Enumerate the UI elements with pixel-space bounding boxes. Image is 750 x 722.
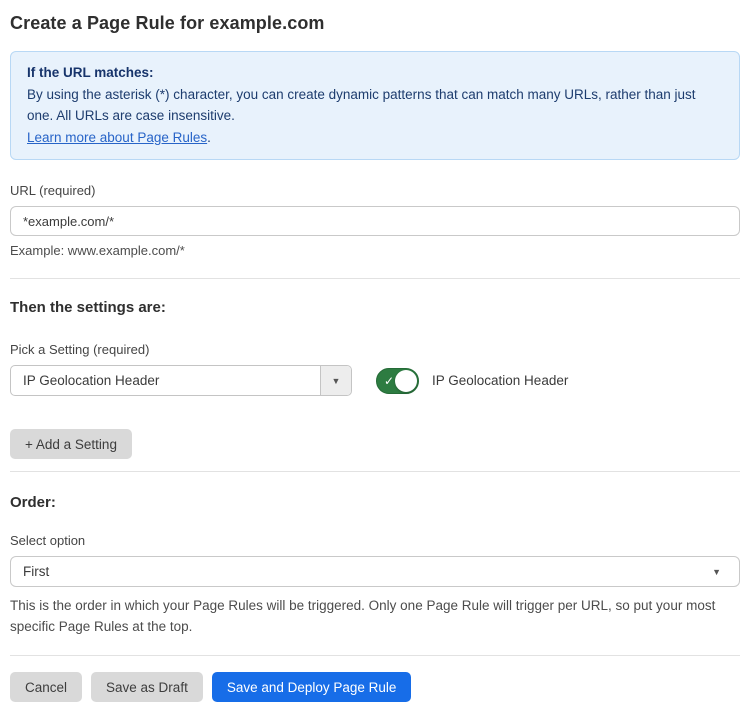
url-example-hint: Example: www.example.com/* [10, 243, 740, 258]
learn-more-link[interactable]: Learn more about Page Rules [27, 130, 207, 145]
order-section-heading: Order: [10, 494, 740, 511]
divider [10, 655, 740, 656]
toggle-label: IP Geolocation Header [432, 373, 568, 388]
url-input[interactable] [10, 206, 740, 236]
link-suffix: . [207, 130, 211, 145]
settings-section-heading: Then the settings are: [10, 299, 740, 316]
url-field-label: URL (required) [10, 183, 740, 198]
caret-down-icon: ▼ [712, 567, 727, 577]
ip-geolocation-toggle[interactable]: ✓ [376, 368, 419, 394]
order-help-text: This is the order in which your Page Rul… [10, 595, 740, 637]
toggle-knob [395, 370, 417, 392]
setting-dropdown[interactable]: IP Geolocation Header ▼ [10, 365, 352, 396]
divider [10, 471, 740, 472]
caret-down-icon: ▼ [332, 376, 341, 386]
setting-dropdown-button[interactable]: ▼ [320, 366, 351, 395]
page-title: Create a Page Rule for example.com [10, 13, 740, 34]
divider [10, 278, 740, 279]
setting-picker-label: Pick a Setting (required) [10, 342, 740, 357]
info-heading: If the URL matches: [27, 62, 723, 84]
page-rule-form: Create a Page Rule for example.com If th… [0, 0, 750, 722]
info-link-line: Learn more about Page Rules. [27, 127, 723, 149]
setting-dropdown-value: IP Geolocation Header [11, 366, 320, 395]
setting-picker-row: IP Geolocation Header ▼ ✓ IP Geolocation… [10, 365, 740, 396]
form-actions: Cancel Save as Draft Save and Deploy Pag… [10, 672, 740, 702]
save-and-deploy-button[interactable]: Save and Deploy Page Rule [212, 672, 412, 702]
order-select-label: Select option [10, 533, 740, 548]
order-select[interactable]: First ▼ [10, 556, 740, 587]
save-as-draft-button[interactable]: Save as Draft [91, 672, 203, 702]
url-match-info-callout: If the URL matches: By using the asteris… [10, 51, 740, 160]
info-body-text: By using the asterisk (*) character, you… [27, 84, 723, 127]
order-select-value: First [23, 564, 712, 579]
add-setting-button[interactable]: + Add a Setting [10, 429, 132, 459]
check-icon: ✓ [384, 374, 394, 386]
cancel-button[interactable]: Cancel [10, 672, 82, 702]
